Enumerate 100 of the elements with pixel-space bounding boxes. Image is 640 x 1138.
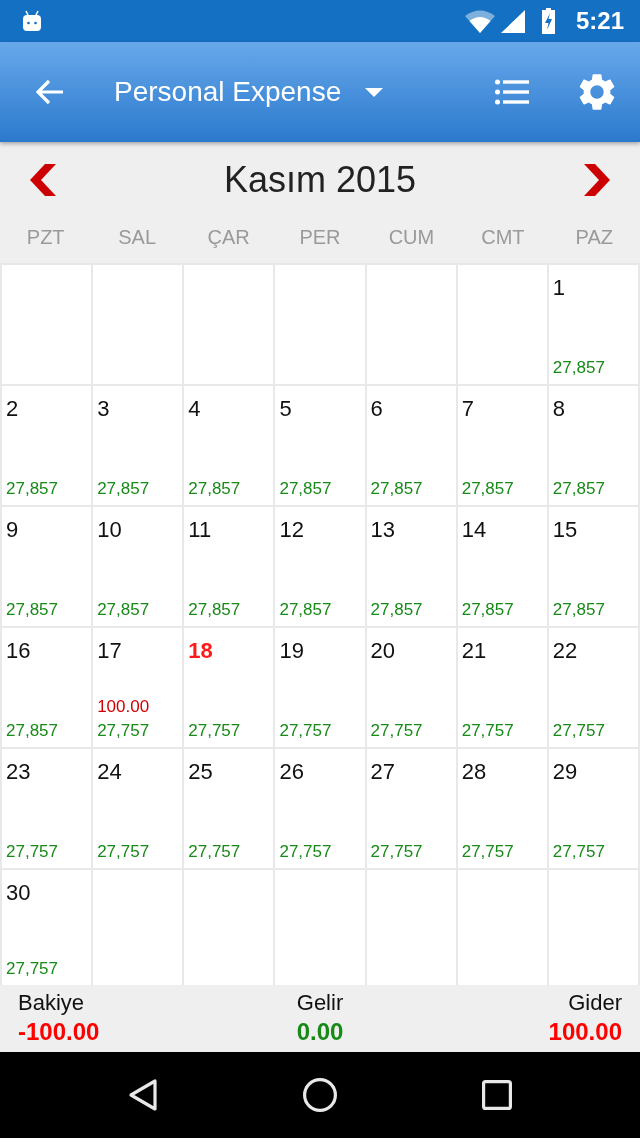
day-cell[interactable]: 23 27,757 xyxy=(2,749,92,868)
day-cell[interactable]: 5 27,857 xyxy=(275,386,365,505)
day-number: 10 xyxy=(97,517,122,543)
day-cell[interactable]: 22 27,757 xyxy=(548,628,638,747)
recents-icon[interactable] xyxy=(482,1080,512,1110)
balance-amount: 27,757 xyxy=(279,842,332,862)
day-cell[interactable]: 25 27,757 xyxy=(184,749,274,868)
balance-amount: 27,857 xyxy=(370,479,423,499)
list-icon[interactable] xyxy=(495,79,529,105)
day-cell[interactable]: 29 27,757 xyxy=(548,749,638,868)
balance-amount: 27,857 xyxy=(6,600,58,620)
day-number: 14 xyxy=(461,517,487,543)
day-cell[interactable]: 12 27,857 xyxy=(275,507,365,626)
chevron-right-icon[interactable] xyxy=(584,164,610,196)
day-number: 21 xyxy=(461,638,487,664)
day-number: 7 xyxy=(461,396,474,422)
day-number: 15 xyxy=(552,517,578,543)
caret-icon xyxy=(365,87,384,97)
robot-notification-icon xyxy=(22,10,42,32)
balance-amount: 27,857 xyxy=(6,479,58,499)
day-number: 22 xyxy=(552,638,578,664)
balance-amount: 27,857 xyxy=(552,479,605,499)
chevron-left-icon[interactable] xyxy=(30,164,56,196)
day-number: 11 xyxy=(188,517,212,543)
balance-amount: 27,757 xyxy=(370,842,423,862)
day-cell[interactable]: 8 27,857 xyxy=(548,386,638,505)
day-cell[interactable]: 9 27,857 xyxy=(2,507,92,626)
balance-amount: 27,857 xyxy=(188,600,241,620)
back-arrow-icon[interactable] xyxy=(36,79,64,105)
weekday-label: ÇAR xyxy=(206,226,251,249)
day-cell[interactable]: 6 27,857 xyxy=(366,386,456,505)
day-number: 9 xyxy=(6,517,19,543)
day-number: 19 xyxy=(279,638,304,664)
day-cell[interactable]: 18 27,757 xyxy=(184,628,274,747)
balance-amount: 27,757 xyxy=(188,721,241,741)
day-number: 3 xyxy=(97,396,110,422)
day-cell[interactable]: 26 27,757 xyxy=(275,749,365,868)
day-number: 4 xyxy=(188,396,201,422)
balance-amount: 27,757 xyxy=(188,842,241,862)
day-cell[interactable]: 16 27,857 xyxy=(2,628,92,747)
balance-amount: 27,757 xyxy=(97,842,150,862)
day-cell[interactable]: 28 27,757 xyxy=(457,749,547,868)
summary-label: Gider xyxy=(568,989,622,1017)
weekday-label: CUM xyxy=(387,226,436,249)
day-number: 6 xyxy=(370,396,383,422)
wifi-icon xyxy=(464,9,495,33)
day-number: 25 xyxy=(188,759,213,785)
balance-amount: 27,857 xyxy=(188,479,241,499)
balance-amount: 27,757 xyxy=(97,721,150,741)
day-cell[interactable]: 2 27,857 xyxy=(2,386,92,505)
balance-amount: 27,857 xyxy=(461,600,514,620)
status-time: 5:21 xyxy=(575,7,624,35)
day-cell[interactable]: 10 27,857 xyxy=(93,507,183,626)
day-number: 23 xyxy=(6,759,31,785)
balance-amount: 27,857 xyxy=(97,600,150,620)
settings-icon[interactable] xyxy=(579,74,615,110)
summary-label: Bakiye xyxy=(18,989,85,1017)
home-icon[interactable] xyxy=(303,1078,337,1112)
weekday-label: PER xyxy=(298,226,342,249)
day-cell[interactable]: 1 27,857 xyxy=(548,265,638,384)
day-number: 29 xyxy=(552,759,578,785)
signal-icon xyxy=(500,9,525,33)
balance-amount: 27,757 xyxy=(6,959,58,979)
balance-amount: 27,857 xyxy=(461,479,514,499)
day-number: 18 xyxy=(188,638,213,664)
day-number: 5 xyxy=(279,396,292,422)
day-cell[interactable]: 3 27,857 xyxy=(93,386,183,505)
day-cell[interactable]: 7 27,857 xyxy=(457,386,547,505)
back-icon[interactable] xyxy=(128,1078,158,1112)
day-cell[interactable]: 24 27,757 xyxy=(93,749,183,868)
balance-amount: 27,857 xyxy=(279,600,332,620)
day-cell[interactable]: 15 27,857 xyxy=(548,507,638,626)
day-number: 17 xyxy=(97,638,122,664)
day-number: 12 xyxy=(279,517,304,543)
day-number: 13 xyxy=(370,517,396,543)
day-cell[interactable]: 11 27,857 xyxy=(184,507,274,626)
day-number: 24 xyxy=(97,759,122,785)
balance-amount: 27,857 xyxy=(370,600,423,620)
day-cell[interactable]: 17 100.00 27,757 xyxy=(93,628,183,747)
day-cell[interactable]: 27 27,757 xyxy=(366,749,456,868)
day-cell[interactable]: 19 27,757 xyxy=(275,628,365,747)
day-cell[interactable]: 21 27,757 xyxy=(457,628,547,747)
balance-amount: 27,757 xyxy=(6,842,58,862)
balance-amount: 27,757 xyxy=(461,842,514,862)
balance-amount: 27,757 xyxy=(370,721,423,741)
balance-amount: 27,857 xyxy=(279,479,332,499)
balance-amount: 27,857 xyxy=(552,358,605,378)
day-cell[interactable]: 20 27,757 xyxy=(366,628,456,747)
weekday-label: SAL xyxy=(117,226,158,249)
day-cell[interactable]: 14 27,857 xyxy=(457,507,547,626)
day-cell[interactable]: 4 27,857 xyxy=(184,386,274,505)
day-number: 30 xyxy=(6,880,31,906)
summary-value: -100.00 xyxy=(18,1017,100,1047)
day-number: 1 xyxy=(552,275,566,301)
day-cell[interactable]: 30 27,757 xyxy=(2,870,92,985)
balance-amount: 27,757 xyxy=(552,842,605,862)
month-title: Kasım 2015 xyxy=(223,159,417,201)
day-cell[interactable]: 13 27,857 xyxy=(366,507,456,626)
day-number: 2 xyxy=(6,396,19,422)
battery-charging-icon xyxy=(540,8,556,34)
